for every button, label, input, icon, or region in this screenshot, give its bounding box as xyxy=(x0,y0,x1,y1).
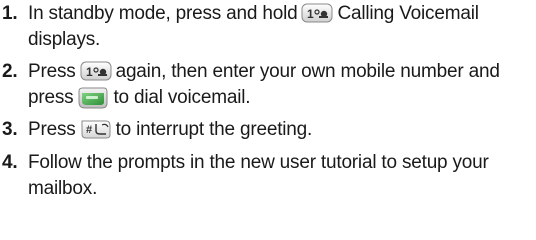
step-3: 3. Press # to interrupt the greeting. xyxy=(0,117,536,143)
svg-text:1: 1 xyxy=(86,65,93,79)
step-text: In standby mode, press and hold 1 Calling … xyxy=(28,1,533,53)
send-key-icon xyxy=(77,87,109,109)
step-number: 4. xyxy=(2,152,18,173)
step-number: 1. xyxy=(2,3,18,24)
step-text: Press # to interrupt the greeting. xyxy=(28,117,533,143)
step-text-part: Press xyxy=(28,61,76,82)
step-text-part: to interrupt the greeting. xyxy=(115,119,313,140)
step-text-part: In standby mode, press and hold xyxy=(28,3,298,24)
step-2: 2. Press 1 again, then enter your own mobi… xyxy=(0,59,536,111)
svg-text:1: 1 xyxy=(307,7,314,21)
one-voicemail-key-icon: 1 xyxy=(80,61,112,81)
step-text-part: to dial voicemail. xyxy=(113,87,251,108)
step-text: Follow the prompts in the new user tutor… xyxy=(28,150,533,202)
step-number: 3. xyxy=(2,119,18,140)
pound-key-icon: # xyxy=(80,119,112,139)
step-text: Press 1 again, then enter your own mobile … xyxy=(28,59,533,111)
svg-text:#: # xyxy=(86,124,92,136)
step-4: 4. Follow the prompts in the new user tu… xyxy=(0,150,536,202)
step-text-part: Press xyxy=(28,119,76,140)
one-voicemail-key-icon: 1 xyxy=(301,3,333,23)
step-number: 2. xyxy=(2,61,18,82)
step-text-part: Follow the prompts in the new user tutor… xyxy=(28,152,489,199)
step-1: 1. In standby mode, press and hold 1 Calli… xyxy=(0,1,536,53)
